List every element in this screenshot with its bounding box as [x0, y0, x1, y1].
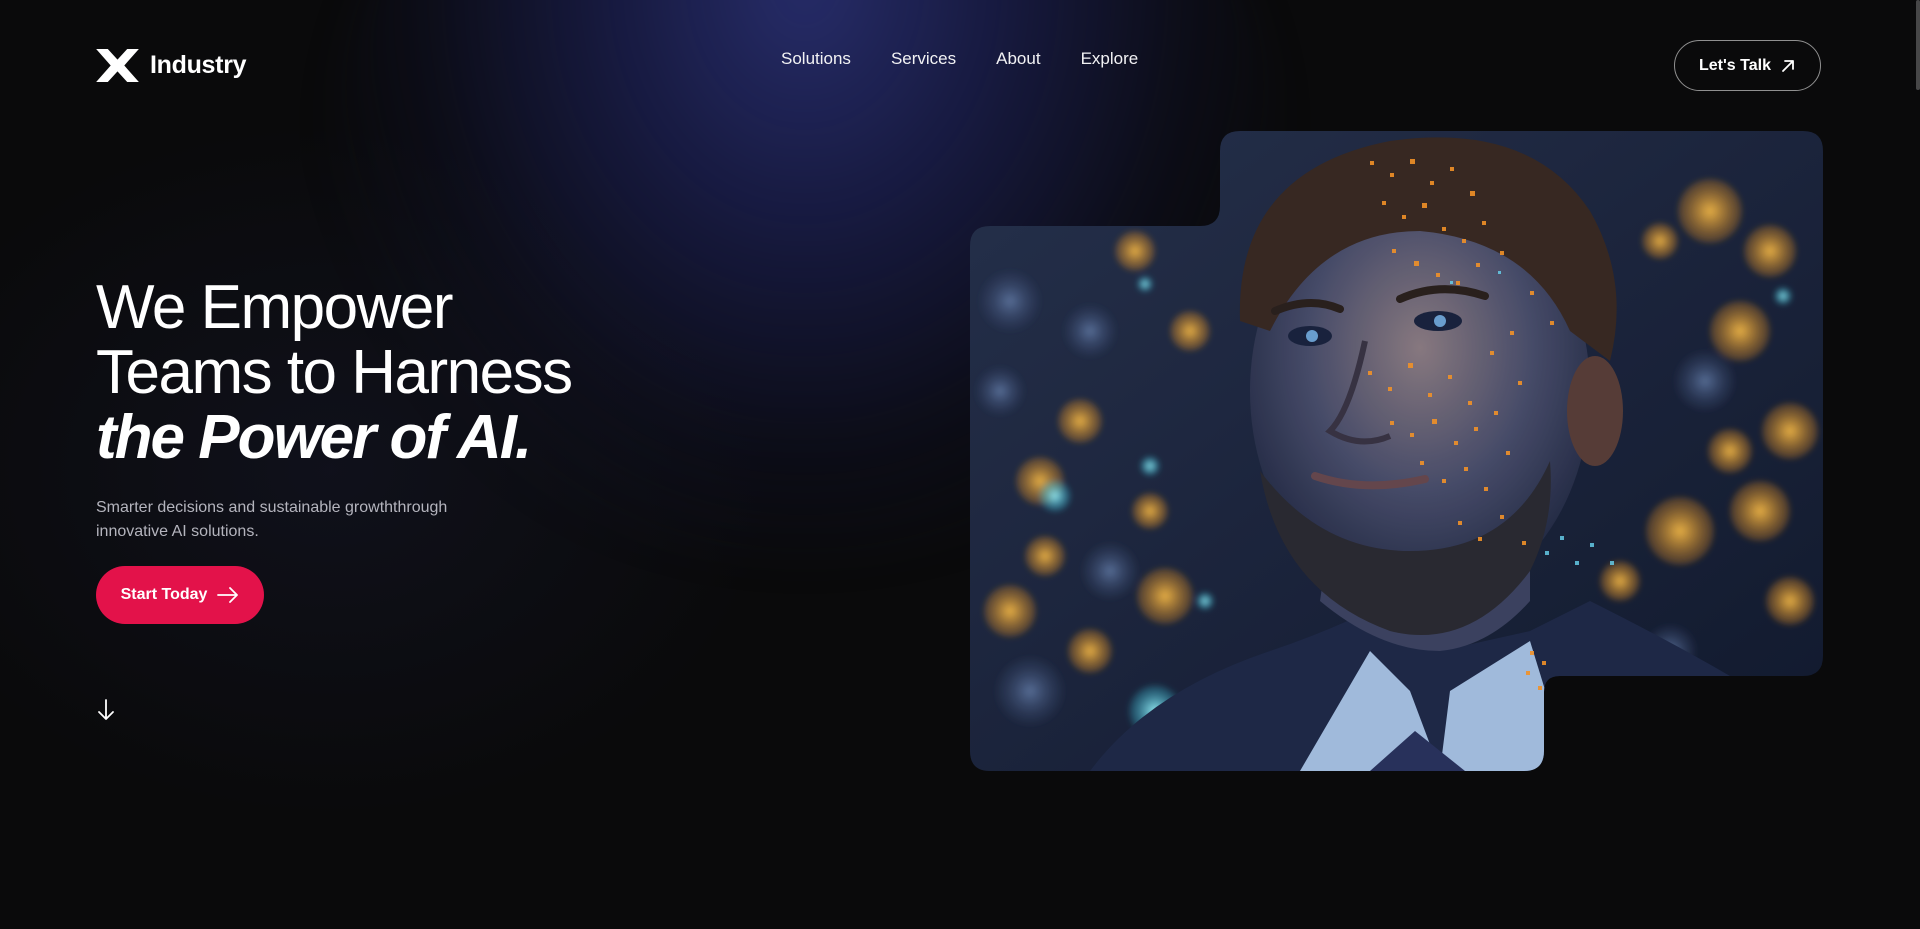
start-today-button[interactable]: Start Today — [96, 566, 264, 624]
lets-talk-label: Let's Talk — [1699, 56, 1771, 74]
ai-portrait-image — [970, 131, 1823, 771]
hero-headline: We Empower Teams to Harness the Power of… — [96, 273, 573, 472]
hero-subtitle: Smarter decisions and sustainable growth… — [96, 499, 448, 540]
brand-name: Industry — [150, 51, 247, 79]
nav-item-services[interactable]: Services — [891, 49, 956, 69]
start-today-label: Start Today — [120, 586, 208, 603]
brand-logo[interactable]: Industry — [96, 49, 247, 82]
hero-text: We Empower Teams to Harness the Power of… — [96, 273, 573, 544]
nav-item-solutions[interactable]: Solutions — [781, 49, 851, 69]
lets-talk-button[interactable]: Let's Talk — [1674, 40, 1821, 91]
arrow-right-icon — [217, 587, 239, 603]
x-logo-icon — [96, 49, 139, 82]
nav-item-about[interactable]: About — [996, 49, 1040, 69]
arrow-up-right-icon — [1782, 59, 1794, 72]
landing-page: Industry Solutions Services About Explor… — [0, 0, 1920, 929]
headline-line-2: Teams to Harness — [96, 338, 573, 407]
headline-accent: the Power of AI. — [96, 403, 532, 472]
nav-item-explore[interactable]: Explore — [1081, 49, 1139, 69]
main-nav: Solutions Services About Explore — [781, 49, 1138, 69]
hero-image — [970, 131, 1823, 771]
arrow-down-icon[interactable] — [96, 698, 116, 722]
headline-line-1: We Empower — [96, 273, 453, 342]
page-scrollbar[interactable] — [1916, 0, 1920, 90]
